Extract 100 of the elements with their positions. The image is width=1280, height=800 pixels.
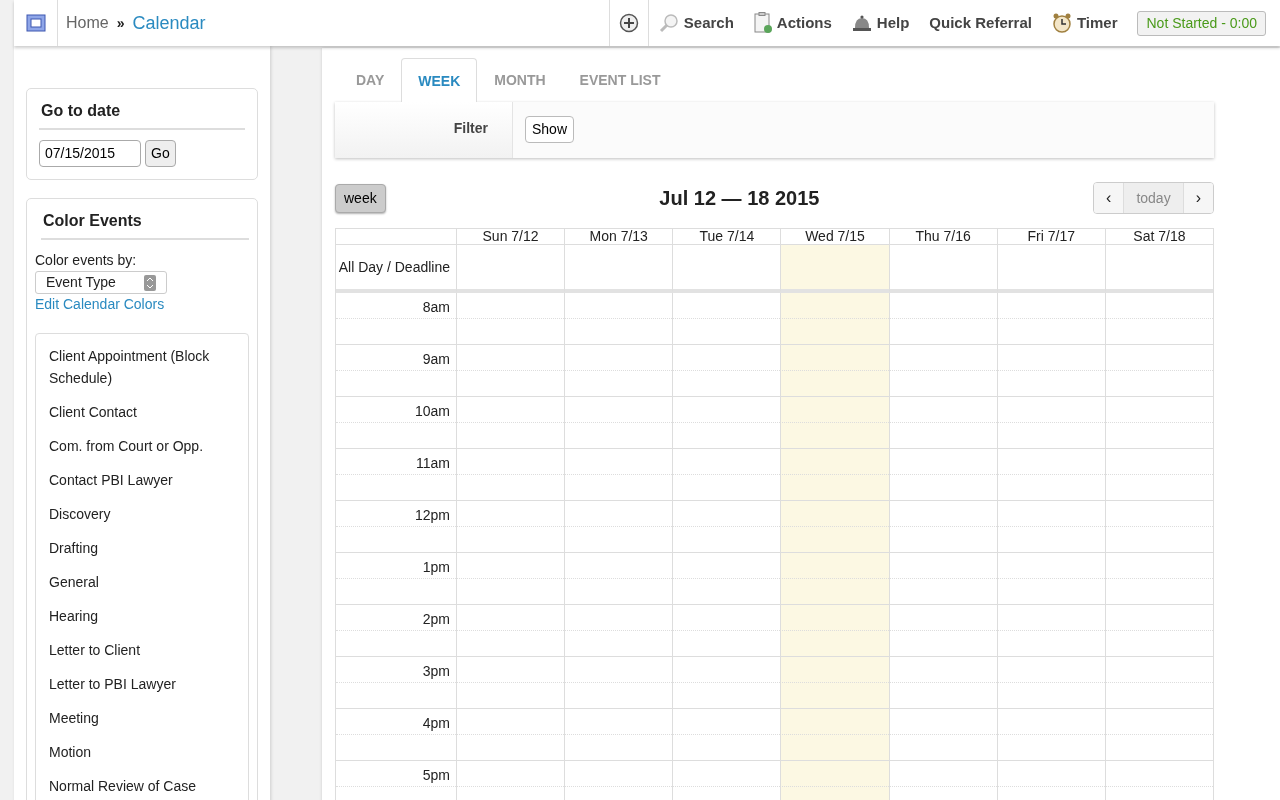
time-slot[interactable]	[780, 293, 889, 319]
time-slot[interactable]	[1104, 423, 1213, 449]
time-slot[interactable]	[996, 527, 1105, 553]
time-slot[interactable]	[564, 631, 673, 657]
time-slot[interactable]	[780, 345, 889, 371]
time-slot[interactable]	[996, 553, 1105, 579]
time-slot[interactable]	[888, 319, 997, 345]
time-slot[interactable]	[780, 397, 889, 423]
add-icon[interactable]	[618, 13, 639, 33]
edit-colors-link[interactable]: Edit Calendar Colors	[35, 294, 249, 316]
time-slot[interactable]	[456, 345, 565, 371]
toolbar-button[interactable]: Help	[851, 11, 910, 35]
time-slot[interactable]	[996, 449, 1105, 475]
time-slot[interactable]	[780, 735, 889, 761]
toolbar-button[interactable]: Timer	[1051, 11, 1118, 35]
show-button[interactable]: Show	[525, 116, 575, 143]
toolbar-button[interactable]: Quick Referral	[929, 11, 1032, 35]
next-button[interactable]: ›	[1183, 183, 1213, 213]
time-slot[interactable]	[456, 371, 565, 397]
time-slot[interactable]	[996, 423, 1105, 449]
time-slot[interactable]	[1104, 709, 1213, 735]
time-slot[interactable]	[996, 683, 1105, 709]
time-slot[interactable]	[456, 527, 565, 553]
time-slot[interactable]	[888, 475, 997, 501]
time-slot[interactable]	[996, 579, 1105, 605]
time-slot[interactable]	[456, 475, 565, 501]
time-slot[interactable]	[780, 657, 889, 683]
time-slot[interactable]	[564, 735, 673, 761]
time-slot[interactable]	[456, 553, 565, 579]
time-slot[interactable]	[564, 501, 673, 527]
time-slot[interactable]	[456, 631, 565, 657]
time-slot[interactable]	[888, 397, 997, 423]
event-type-item[interactable]: Letter to Client	[49, 638, 235, 673]
time-slot[interactable]	[456, 449, 565, 475]
time-slot[interactable]	[1104, 683, 1213, 709]
event-type-item[interactable]: General	[49, 570, 235, 605]
time-slot[interactable]	[780, 683, 889, 709]
time-slot[interactable]	[564, 319, 673, 345]
time-slot[interactable]	[888, 605, 997, 631]
time-slot[interactable]	[456, 735, 565, 761]
time-slot[interactable]	[996, 345, 1105, 371]
time-slot[interactable]	[780, 579, 889, 605]
event-type-item[interactable]: Contact PBI Lawyer	[49, 468, 235, 503]
time-slot[interactable]	[888, 449, 997, 475]
time-slot[interactable]	[456, 579, 565, 605]
event-type-item[interactable]: Normal Review of Case	[49, 774, 235, 800]
time-slot[interactable]	[888, 657, 997, 683]
time-slot[interactable]	[1104, 345, 1213, 371]
time-slot[interactable]	[888, 423, 997, 449]
time-slot[interactable]	[456, 501, 565, 527]
go-button[interactable]: Go	[145, 140, 176, 168]
time-slot[interactable]	[1104, 527, 1213, 553]
time-slot[interactable]	[564, 579, 673, 605]
time-slot[interactable]	[780, 319, 889, 345]
time-slot[interactable]	[456, 319, 565, 345]
time-slot[interactable]	[780, 449, 889, 475]
week-view-button[interactable]: week	[335, 183, 386, 213]
time-slot[interactable]	[780, 761, 889, 787]
time-slot[interactable]	[888, 371, 997, 397]
time-slot[interactable]	[888, 293, 997, 319]
time-slot[interactable]	[888, 709, 997, 735]
time-slot[interactable]	[456, 397, 565, 423]
time-slot[interactable]	[996, 631, 1105, 657]
time-slot[interactable]	[1104, 501, 1213, 527]
time-slot[interactable]	[564, 553, 673, 579]
time-slot[interactable]	[1104, 475, 1213, 501]
time-slot[interactable]	[564, 371, 673, 397]
time-slot[interactable]	[1104, 605, 1213, 631]
time-slot[interactable]	[456, 423, 565, 449]
time-slot[interactable]	[1104, 735, 1213, 761]
time-slot[interactable]	[996, 735, 1105, 761]
time-slot[interactable]	[996, 293, 1105, 319]
time-slot[interactable]	[888, 683, 997, 709]
time-slot[interactable]	[564, 761, 673, 787]
time-slot[interactable]	[456, 657, 565, 683]
event-type-item[interactable]: Client Contact	[49, 400, 235, 435]
time-slot[interactable]	[996, 501, 1105, 527]
calendar-app-icon[interactable]	[25, 14, 46, 32]
time-slot[interactable]	[996, 657, 1105, 683]
time-slot[interactable]	[564, 605, 673, 631]
time-slot[interactable]	[1104, 293, 1213, 319]
event-type-item[interactable]: Hearing	[49, 604, 235, 639]
time-slot[interactable]	[888, 553, 997, 579]
event-type-item[interactable]: Letter to PBI Lawyer	[49, 672, 235, 707]
time-slot[interactable]	[996, 475, 1105, 501]
time-slot[interactable]	[888, 579, 997, 605]
time-slot[interactable]	[564, 423, 673, 449]
time-slot[interactable]	[1104, 579, 1213, 605]
time-slot[interactable]	[1104, 553, 1213, 579]
time-slot[interactable]	[456, 683, 565, 709]
time-slot[interactable]	[1104, 761, 1213, 787]
event-type-select[interactable]: Event Type	[35, 271, 167, 295]
time-slot[interactable]	[996, 709, 1105, 735]
event-type-item[interactable]: Drafting	[49, 536, 235, 571]
time-slot[interactable]	[456, 293, 565, 319]
time-slot[interactable]	[456, 761, 565, 787]
time-slot[interactable]	[888, 501, 997, 527]
time-slot[interactable]	[1104, 397, 1213, 423]
time-slot[interactable]	[564, 527, 673, 553]
time-slot[interactable]	[780, 501, 889, 527]
